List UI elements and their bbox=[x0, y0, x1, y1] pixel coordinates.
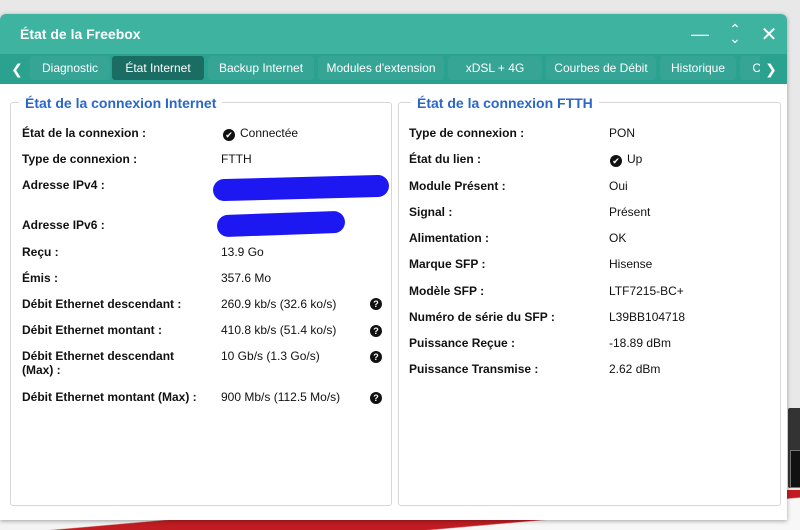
tab-backup-internet[interactable]: Backup Internet bbox=[208, 56, 314, 80]
value-received: 13.9 Go bbox=[221, 245, 264, 259]
value-signal: Présent bbox=[609, 205, 651, 219]
close-button[interactable]: ✕ bbox=[756, 22, 782, 46]
label-ipv6: Adresse IPv6 : bbox=[22, 218, 105, 232]
ftth-connection-panel: État de la connexion FTTH Type de connex… bbox=[398, 95, 781, 506]
label-ethernet-up: Débit Ethernet montant : bbox=[22, 323, 162, 337]
ftth-connection-title: État de la connexion FTTH bbox=[411, 95, 599, 111]
tab-scroll-left-button[interactable]: ❮ bbox=[6, 54, 28, 84]
label-sfp-serial: Numéro de série du SFP : bbox=[409, 310, 555, 324]
background-window-fragment bbox=[788, 408, 800, 488]
value-sent: 357.6 Mo bbox=[221, 271, 272, 285]
tab-bar: ❮ Diagnostic État Internet Backup Intern… bbox=[0, 54, 787, 84]
tab-courbes-debit[interactable]: Courbes de Débit bbox=[546, 56, 656, 80]
maximize-button[interactable]: ⌃ ⌄ bbox=[722, 22, 748, 46]
label-ethernet-down-max: Débit Ethernet descendant (Max) : bbox=[22, 349, 175, 377]
label-transmit-power: Puissance Transmise : bbox=[409, 362, 539, 376]
redaction-ipv4 bbox=[212, 174, 390, 202]
help-icon[interactable]: ? bbox=[370, 298, 382, 310]
label-sfp-brand: Marque SFP : bbox=[409, 257, 486, 271]
minimize-icon: — bbox=[691, 23, 709, 44]
label-received-power: Puissance Reçue : bbox=[409, 336, 516, 350]
internet-connection-panel: État de la connexion Internet État de la… bbox=[10, 95, 392, 506]
internet-connection-title: État de la connexion Internet bbox=[19, 95, 223, 111]
label-ethernet-down: Débit Ethernet descendant : bbox=[22, 297, 182, 311]
window-title: État de la Freebox bbox=[20, 26, 141, 42]
value-ethernet-down-max: 10 Gb/s (1.3 Go/s) bbox=[221, 349, 320, 363]
title-bar[interactable]: État de la Freebox — ⌃ ⌄ ✕ bbox=[0, 14, 787, 54]
label-received: Reçu : bbox=[22, 245, 59, 259]
label-module-present: Module Présent : bbox=[409, 179, 506, 193]
value-ethernet-up-max: 900 Mb/s (112.5 Mo/s) bbox=[221, 390, 341, 404]
value-ethernet-up: 410.8 kb/s (51.4 ko/s) bbox=[221, 323, 337, 337]
freebox-status-window: État de la Freebox — ⌃ ⌄ ✕ ❮ Diagnostic É… bbox=[0, 14, 787, 520]
tab-scroll-right-button[interactable]: ❯ bbox=[760, 54, 782, 84]
value-sfp-brand: Hisense bbox=[609, 257, 653, 271]
label-sent: Émis : bbox=[22, 271, 59, 285]
help-icon[interactable]: ? bbox=[370, 392, 382, 404]
value-received-power: -18.89 dBm bbox=[609, 336, 672, 350]
value-ftth-connection-type: PON bbox=[609, 126, 636, 140]
help-icon[interactable]: ? bbox=[370, 325, 382, 337]
value-module-present: Oui bbox=[609, 179, 628, 193]
redaction-ipv6 bbox=[216, 210, 346, 238]
tab-historique[interactable]: Historique bbox=[660, 56, 736, 80]
value-link-state: ✔ Up bbox=[610, 152, 642, 167]
check-circle-icon: ✔ bbox=[610, 155, 622, 167]
label-ftth-connection-type: Type de connexion : bbox=[409, 126, 525, 140]
tab-list: Diagnostic État Internet Backup Internet… bbox=[30, 56, 787, 82]
tab-etat-internet[interactable]: État Internet bbox=[112, 56, 204, 80]
chevron-left-icon: ❮ bbox=[11, 60, 23, 77]
help-icon[interactable]: ? bbox=[370, 351, 382, 363]
value-sfp-serial: L39BB104718 bbox=[609, 310, 686, 324]
expand-icon: ⌃ ⌄ bbox=[729, 21, 741, 46]
label-link-state: État du lien : bbox=[409, 152, 481, 166]
tab-diagnostic[interactable]: Diagnostic bbox=[30, 56, 110, 80]
value-sfp-model: LTF7215-BC+ bbox=[609, 284, 684, 298]
label-power-supply: Alimentation : bbox=[409, 231, 489, 245]
label-connection-state: État de la connexion : bbox=[22, 126, 147, 140]
value-connection-type: FTTH bbox=[221, 152, 252, 166]
value-ethernet-down: 260.9 kb/s (32.6 ko/s) bbox=[221, 297, 337, 311]
value-power-supply: OK bbox=[609, 231, 627, 245]
value-connection-state: ✔ Connectée bbox=[223, 126, 298, 141]
value-transmit-power: 2.62 dBm bbox=[609, 362, 661, 376]
label-sfp-model: Modèle SFP : bbox=[409, 284, 485, 298]
check-circle-icon: ✔ bbox=[223, 129, 235, 141]
chevron-right-icon: ❯ bbox=[765, 60, 777, 77]
tab-modules-extension[interactable]: Modules d'extension bbox=[318, 56, 444, 80]
label-ipv4: Adresse IPv4 : bbox=[22, 178, 105, 192]
label-connection-type: Type de connexion : bbox=[22, 152, 138, 166]
tab-xdsl-4g[interactable]: xDSL + 4G bbox=[448, 56, 542, 80]
label-signal: Signal : bbox=[409, 205, 453, 219]
close-icon: ✕ bbox=[760, 23, 778, 46]
content-area: État de la connexion Internet État de la… bbox=[0, 84, 787, 520]
minimize-button[interactable]: — bbox=[687, 22, 713, 46]
label-ethernet-up-max: Débit Ethernet montant (Max) : bbox=[22, 390, 197, 404]
